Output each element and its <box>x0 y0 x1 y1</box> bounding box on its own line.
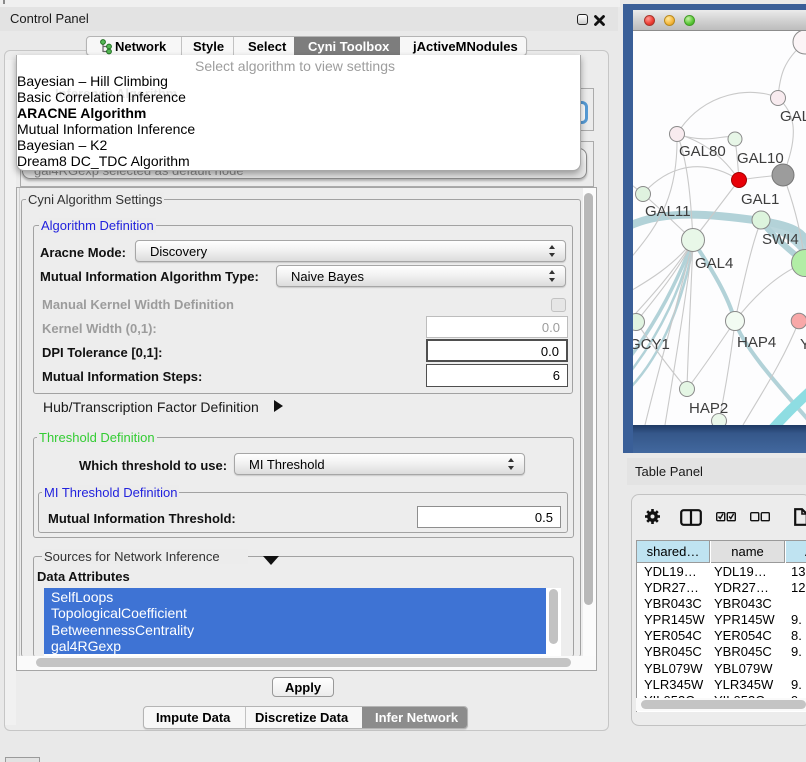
svg-text:HAP4: HAP4 <box>737 334 776 351</box>
svg-text:GAL11: GAL11 <box>645 203 691 220</box>
svg-text:SWI4: SWI4 <box>762 231 799 248</box>
svg-text:GAL80: GAL80 <box>679 143 726 160</box>
svg-text:Y: Y <box>800 336 806 353</box>
svg-text:HAP2: HAP2 <box>689 400 728 417</box>
svg-text:GAL4: GAL4 <box>695 255 733 272</box>
svg-text:GAL: GAL <box>780 108 806 125</box>
svg-text:GAL10: GAL10 <box>737 150 784 167</box>
svg-text:GAL1: GAL1 <box>741 191 779 208</box>
svg-text:GCY1: GCY1 <box>633 336 670 353</box>
